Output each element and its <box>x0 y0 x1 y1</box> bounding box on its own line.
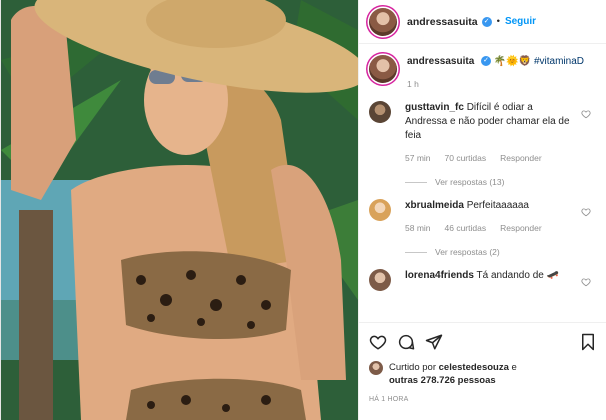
post-actions: Curtido por celestedesouza e outras 278.… <box>359 322 606 403</box>
comment-likes[interactable]: 46 curtidas <box>445 223 487 233</box>
view-replies-button[interactable]: Ver respostas (2) <box>405 247 575 257</box>
author-avatar[interactable] <box>369 7 397 36</box>
liked-by-summary: Curtido por celestedesouza e outras 278.… <box>369 361 597 387</box>
post-side-panel: andressasuita ✓ • Seguir andressasuita ✓… <box>358 0 606 420</box>
replies-divider <box>405 181 427 183</box>
comment-likes[interactable]: 70 curtidas <box>445 153 487 163</box>
liker-avatar[interactable] <box>369 361 383 375</box>
view-replies-label: Ver respostas (13) <box>435 177 505 187</box>
comment-item: lorena4friends Tá andando de 🛹 <box>369 269 597 291</box>
comment-like-heart-icon[interactable] <box>581 109 591 119</box>
verified-badge-icon: ✓ <box>481 16 492 27</box>
likes-count-link[interactable]: outras 278.726 pessoas <box>389 375 496 386</box>
paper-plane-icon[interactable] <box>425 333 443 351</box>
reply-button[interactable]: Responder <box>500 223 542 233</box>
verified-badge-icon: ✓ <box>481 56 492 67</box>
hashtag-link[interactable]: #vitaminaD <box>534 56 584 67</box>
view-replies-button[interactable]: Ver respostas (13) <box>405 177 575 187</box>
caption-emojis: 🌴🌞🦁 <box>493 56 532 67</box>
commenter-username[interactable]: gusttavin_fc <box>405 102 464 113</box>
follow-button[interactable]: Seguir <box>505 16 536 27</box>
commenter-username[interactable]: xbrualmeida <box>405 200 464 211</box>
liked-by-and: e <box>511 362 517 373</box>
comment-time: 57 min <box>405 153 431 163</box>
caption-time: 1 h <box>407 79 419 89</box>
comment-text: Tá andando de 🛹 <box>476 270 560 281</box>
post-caption: andressasuita ✓ 🌴🌞🦁 #vitaminaD 1 h <box>369 55 597 89</box>
separator-dot: • <box>496 16 500 27</box>
liked-by-user[interactable]: celestedesouza <box>439 362 509 373</box>
beach-portrait-illustration <box>1 0 358 420</box>
caption-username[interactable]: andressasuita <box>407 56 474 67</box>
view-replies-label: Ver respostas (2) <box>435 247 500 257</box>
caption-avatar[interactable] <box>369 55 397 83</box>
comment-text: Perfeitaaaaaa <box>466 200 529 211</box>
comment-like-heart-icon[interactable] <box>581 277 591 287</box>
post-photo[interactable] <box>1 0 358 420</box>
author-username[interactable]: andressasuita <box>407 16 478 28</box>
posted-time: HÁ 1 HORA <box>369 396 409 403</box>
comment-item: xbrualmeida Perfeitaaaaaa 58 min 46 curt… <box>369 199 597 257</box>
post-header: andressasuita ✓ • Seguir <box>359 0 606 44</box>
comment-like-heart-icon[interactable] <box>581 207 591 217</box>
comment-item: gusttavin_fc Difícil é odiar a Andressa … <box>369 101 597 187</box>
commenter-avatar[interactable] <box>369 269 391 291</box>
replies-divider <box>405 251 427 253</box>
heart-icon[interactable] <box>369 333 387 351</box>
liked-by-prefix: Curtido por <box>389 362 436 373</box>
bookmark-icon[interactable] <box>579 333 597 351</box>
reply-button[interactable]: Responder <box>500 153 542 163</box>
comment-time: 58 min <box>405 223 431 233</box>
commenter-avatar[interactable] <box>369 101 391 123</box>
comment-icon[interactable] <box>397 333 415 351</box>
commenter-username[interactable]: lorena4friends <box>405 270 474 281</box>
instagram-post-modal: andressasuita ✓ • Seguir andressasuita ✓… <box>0 0 606 420</box>
commenter-avatar[interactable] <box>369 199 391 221</box>
comments-list[interactable]: andressasuita ✓ 🌴🌞🦁 #vitaminaD 1 h gustt… <box>359 45 606 321</box>
